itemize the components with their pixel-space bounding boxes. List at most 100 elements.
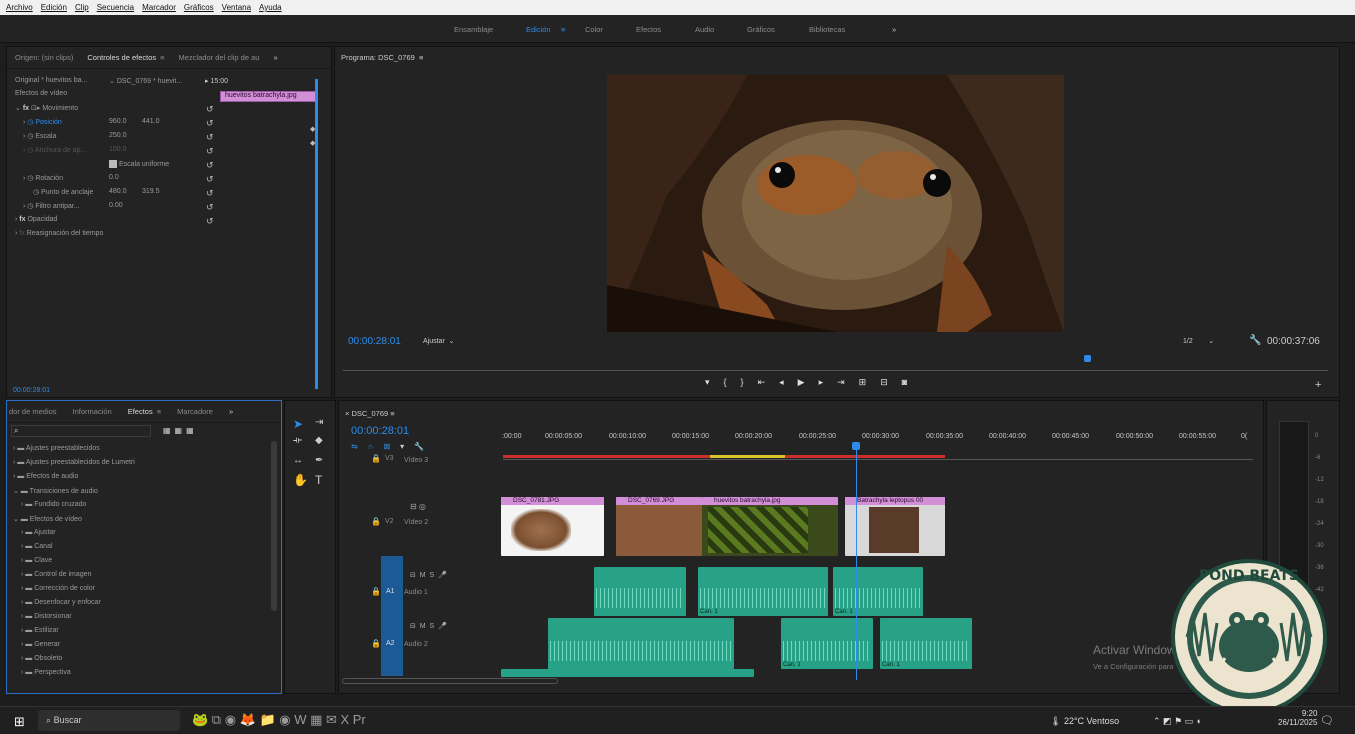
insert-icon[interactable]: ⊞ [859,377,881,387]
timeline-tools[interactable]: ⇋∩⊠▾🔧 [351,442,434,451]
audio-source-patch[interactable] [381,556,403,676]
rotation-row[interactable]: › ◷ Rotación [23,174,63,187]
program-timecode[interactable]: 00:00:28:01 [348,336,401,347]
anchor-row[interactable]: ◷ Punto de anclaje [33,188,93,201]
workspace-audio[interactable]: Audio [695,25,714,34]
position-row[interactable]: › ◷ Posición [23,118,62,131]
audio-clip[interactable]: Can. 1 [698,567,828,616]
list-item[interactable]: › ▬ Corrección de color [21,585,95,598]
menu-archivo[interactable]: Archivo [6,3,33,12]
go-to-in-icon[interactable]: ⇤ [758,377,780,387]
tab-origen[interactable]: Origen: (sin clips) [15,53,73,62]
audio-clip[interactable]: Can. 1 [880,618,972,669]
position-x-value[interactable]: 960.0 [109,118,127,131]
timeline-timecode[interactable]: 00:00:28:01 [351,425,409,437]
list-item[interactable]: ⌄ ▬ Transiciones de audio [13,487,98,500]
play-icon[interactable]: ▶ [798,377,819,387]
fit-dropdown[interactable]: Ajustar ⌄ [423,337,455,345]
reset-icon[interactable]: ↺ [206,216,214,227]
video-clip[interactable]: Batrachyla leptopus 00 [845,497,945,556]
list-item[interactable]: › ▬ Perspectiva [21,669,71,682]
effects-scrollbar[interactable] [271,441,277,611]
audio-clip[interactable] [594,567,686,616]
list-item[interactable]: › ▬ Ajustes preestablecidos de Lumetri [13,459,135,472]
video-clip[interactable]: huevitos batrachyla.jpg [702,497,838,556]
v3-lock-icon[interactable]: 🔒 [371,454,381,463]
mark-in-icon[interactable]: { [724,377,741,387]
ec-timecode[interactable]: 00:00:28:01 [13,387,50,394]
filter-icons[interactable]: ▦▦▦ [163,426,198,435]
anchor-y-value[interactable]: 319.5 [142,188,160,201]
program-scrubber[interactable] [343,365,1328,371]
antiflicker-row[interactable]: › ◷ Filtro antipar... [23,202,80,215]
track-select-icon[interactable]: ⇥ [315,417,323,428]
ec-clip-bar[interactable]: huevitos batrachyla.jpg [220,91,316,102]
workspace-color[interactable]: Color [585,25,603,34]
track-a2-toggle[interactable]: A2 [386,640,395,647]
position-y-value[interactable]: 441.0 [142,118,160,131]
opacity-row[interactable]: › fx Opacidad [15,216,57,229]
list-item[interactable]: › ▬ Fundido cruzado [21,501,86,514]
reset-icon[interactable]: ↺ [206,160,214,171]
list-item[interactable]: › ▬ Generar [21,641,60,654]
a2-lock-icon[interactable]: 🔒 [371,639,381,648]
a1-controls[interactable]: ⊟ M S 🎤 [410,571,447,579]
selection-tool-icon[interactable]: ➤ [293,417,303,431]
track-v2-toggle[interactable]: V2 [385,518,394,525]
step-forward-icon[interactable]: ▸ [819,377,838,387]
timeline-scrollbar[interactable] [342,678,558,684]
overwrite-icon[interactable]: ⊟ [880,377,902,387]
list-item[interactable]: ⌄ ▬ Efectos de vídeo [13,515,82,528]
source-label[interactable]: Original * huevitos ba... [15,77,87,90]
reset-icon[interactable]: ↺ [206,188,214,199]
v2-lock-icon[interactable]: 🔒 [371,517,381,526]
ripple-edit-icon[interactable]: ⟛ [293,435,302,446]
slip-icon[interactable]: ↔ [293,455,303,466]
razor-icon[interactable]: ◆ [315,435,323,446]
video-clip[interactable]: DSC_0769.JPG [616,497,702,556]
wrench-icon[interactable]: 🔧 [1249,335,1261,346]
tab-menu-icon[interactable]: ≡ [157,407,161,416]
type-tool-icon[interactable]: T [315,473,322,487]
reset-icon[interactable]: ↺ [206,146,214,157]
menu-ayuda[interactable]: Ayuda [259,3,282,12]
marker-icon[interactable]: ▾ [705,377,724,387]
track-a1-toggle[interactable]: A1 [386,588,395,595]
video-clip[interactable]: DSC_0781.JPG [501,497,604,556]
tab-mezclador[interactable]: Mezclador del clip de au [179,53,260,62]
mark-out-icon[interactable]: } [741,377,758,387]
a2-controls[interactable]: ⊟ M S 🎤 [410,622,447,630]
panel-more-icon[interactable]: » [273,53,277,62]
clock[interactable]: 9:20 26/11/2025 [1278,709,1317,727]
anchor-x-value[interactable]: 480.0 [109,188,127,201]
scale-value[interactable]: 250.0 [109,132,127,145]
uniform-scale-checkbox[interactable]: Escala uniforme [109,160,169,173]
tab-efectos[interactable]: Efectos [128,407,153,416]
menu-edicion[interactable]: Edición [41,3,67,12]
workspace-ensamblaje[interactable]: Ensamblaje [454,25,493,34]
reset-icon[interactable]: ↺ [206,174,214,185]
sequence-clip-label[interactable]: ⌄ DSC_0769 * huevit... [109,77,182,90]
menu-secuencia[interactable]: Secuencia [97,3,134,12]
notification-icon[interactable]: 🗨 [1320,714,1334,727]
search-input[interactable]: ⌕ [11,425,151,437]
workspace-edicion[interactable]: Edición [526,25,551,34]
timeremap-row[interactable]: › fx Reasignación del tiempo [15,230,103,243]
camera-icon[interactable]: ◙ [902,377,921,387]
audio-clip[interactable]: Can. 1 [781,618,873,669]
list-item[interactable]: › ▬ Desenfocar y enfocar [21,599,101,612]
v2-sync-icon[interactable]: ⊟ ◎ [410,502,426,511]
workspace-more-icon[interactable]: » [892,25,896,34]
tab-informacion[interactable]: Información [73,407,112,416]
reset-icon[interactable]: ↺ [206,202,214,213]
program-playhead[interactable] [1083,355,1091,362]
add-button-icon[interactable]: + [1315,379,1321,391]
menu-clip[interactable]: Clip [75,3,89,12]
menu-ventana[interactable]: Ventana [222,3,251,12]
program-video-frame[interactable] [607,75,1064,332]
ec-playhead[interactable] [315,79,318,389]
menu-graficos[interactable]: Gráficos [184,3,214,12]
pen-icon[interactable]: ✒ [315,455,323,466]
list-item[interactable]: › ▬ Obsoleto [21,655,62,668]
tab-menu-icon[interactable]: ≡ [160,53,164,62]
